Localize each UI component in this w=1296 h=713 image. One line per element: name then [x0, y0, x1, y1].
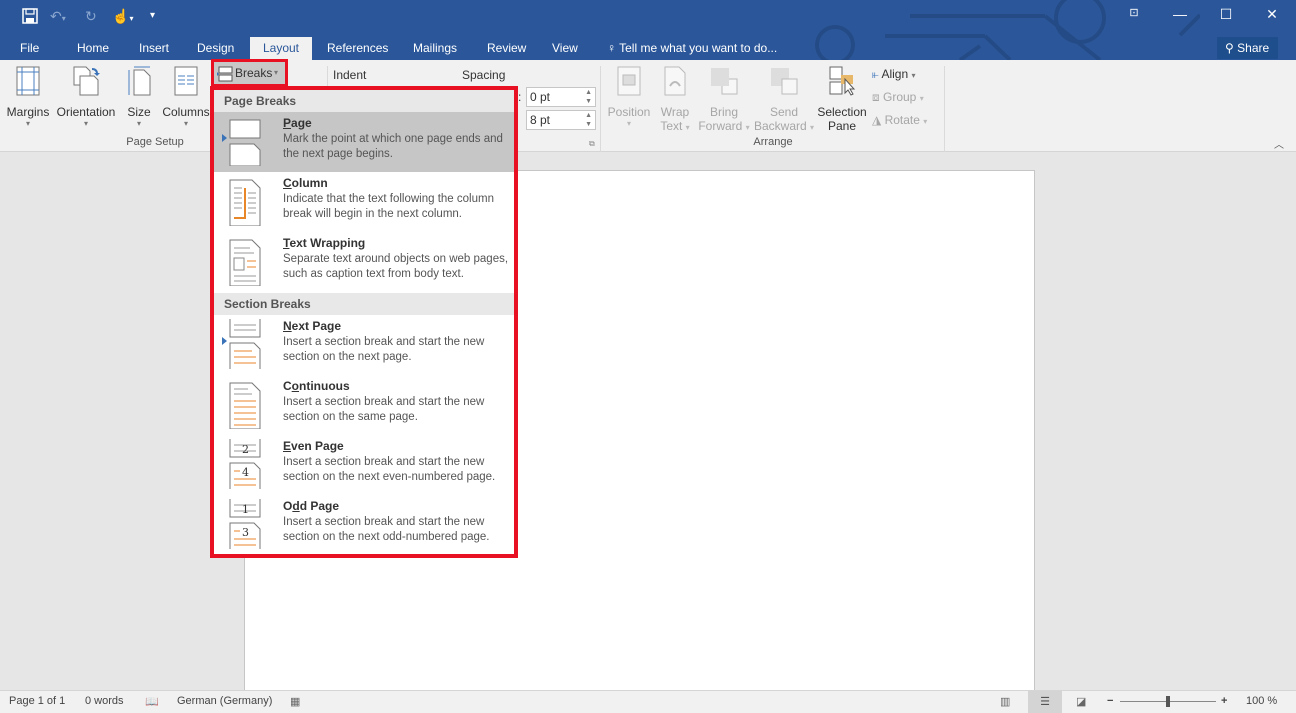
- menu-item-even-page[interactable]: 24 Even Page Insert a section break and …: [214, 435, 514, 495]
- tell-me-box[interactable]: ♀ Tell me what you want to do...: [607, 36, 777, 60]
- tell-me-text: Tell me what you want to do...: [619, 41, 778, 55]
- web-layout-icon[interactable]: ◪: [1076, 695, 1086, 708]
- separator: [327, 66, 328, 88]
- breaks-menu: Page Breaks Page Mark the point at which…: [210, 86, 518, 558]
- save-icon[interactable]: [22, 8, 38, 27]
- menu-item-column-break[interactable]: Column Indicate that the text following …: [214, 172, 514, 232]
- maximize-button[interactable]: ☐: [1214, 6, 1238, 23]
- svg-text:2: 2: [242, 443, 249, 456]
- touch-mode-icon[interactable]: ☝▾: [112, 8, 133, 25]
- svg-text:3: 3: [242, 526, 249, 539]
- page-setup-group-label: Page Setup: [126, 136, 184, 148]
- print-layout-icon[interactable]: ☰: [1028, 691, 1062, 713]
- size-icon: [128, 66, 151, 96]
- lightbulb-icon: ♀: [607, 41, 616, 55]
- ribbon-display-options-icon[interactable]: ⊡: [1122, 6, 1146, 19]
- redo-icon[interactable]: ↻: [85, 8, 97, 25]
- spacing-before-input[interactable]: 0 pt ▲ ▼: [526, 87, 596, 107]
- wrap-text-icon: [664, 66, 686, 96]
- send-backward-icon: [771, 68, 798, 95]
- breaks-button[interactable]: Breaks ▾: [211, 59, 288, 87]
- collapse-ribbon-icon[interactable]: ︿: [1274, 136, 1284, 151]
- continuous-break-icon: [229, 382, 261, 429]
- menu-item-odd-page[interactable]: 13 Odd Page Insert a section break and s…: [214, 495, 514, 555]
- undo-icon[interactable]: ↶▾: [50, 8, 66, 25]
- rotate-icon: ◮: [872, 113, 882, 127]
- bring-forward-icon: [711, 68, 738, 95]
- tab-mailings[interactable]: Mailings: [413, 36, 457, 60]
- selection-pane-button[interactable]: Selection Pane: [816, 66, 868, 133]
- zoom-slider-thumb[interactable]: [1166, 696, 1170, 707]
- spacing-after-input[interactable]: 8 pt ▲ ▼: [526, 110, 596, 130]
- share-button[interactable]: ⚲ Share: [1217, 37, 1278, 59]
- rotate-button[interactable]: ◮ Rotate ▾: [872, 113, 927, 127]
- align-button[interactable]: ⫦ Align ▾: [872, 67, 916, 82]
- spin-arrows-icon[interactable]: ▲ ▼: [585, 88, 592, 106]
- macro-recording-icon[interactable]: ▦: [290, 695, 300, 708]
- tab-references[interactable]: References: [327, 36, 388, 60]
- position-button[interactable]: Position ▾: [606, 66, 652, 128]
- zoom-level[interactable]: 100 %: [1246, 695, 1277, 707]
- language[interactable]: German (Germany): [177, 695, 272, 707]
- separator: [600, 66, 601, 152]
- breaks-icon: [217, 66, 233, 82]
- person-icon: ⚲: [1225, 41, 1234, 55]
- status-bar: Page 1 of 1 0 words 📖 German (Germany) ▦…: [0, 690, 1296, 713]
- bring-forward-button[interactable]: Bring Forward ▾: [697, 66, 751, 133]
- spacing-label: Spacing: [462, 68, 506, 82]
- margins-icon: [16, 66, 40, 96]
- page-breaks-header: Page Breaks: [214, 90, 514, 112]
- tab-home[interactable]: Home: [77, 36, 109, 60]
- svg-text:1: 1: [242, 503, 249, 516]
- column-break-icon: [229, 179, 261, 226]
- tab-layout[interactable]: Layout: [250, 37, 312, 60]
- zoom-out-button[interactable]: −: [1107, 695, 1113, 707]
- indent-label: Indent: [333, 68, 367, 82]
- menu-item-continuous[interactable]: Continuous Insert a section break and st…: [214, 375, 514, 435]
- section-breaks-header: Section Breaks: [214, 293, 514, 315]
- proofing-icon[interactable]: 📖: [145, 695, 159, 708]
- position-icon: [617, 66, 641, 96]
- selection-pane-icon: [829, 66, 856, 96]
- size-button[interactable]: Size ▾: [124, 66, 154, 128]
- even-page-break-icon: 24: [229, 439, 261, 489]
- read-mode-icon[interactable]: ▥: [1000, 695, 1010, 708]
- spacing-before-colon: :: [518, 90, 522, 104]
- tab-file[interactable]: File: [20, 36, 39, 60]
- columns-icon: [174, 66, 198, 96]
- paragraph-dialog-launcher-icon[interactable]: ⧉: [589, 139, 595, 149]
- menu-item-page-break[interactable]: Page Mark the point at which one page en…: [214, 112, 514, 172]
- word-count[interactable]: 0 words: [85, 695, 124, 707]
- text-wrapping-break-icon: [229, 239, 261, 286]
- svg-text:4: 4: [242, 466, 249, 479]
- tab-review[interactable]: Review: [487, 36, 526, 60]
- customize-qat-icon[interactable]: ▾: [150, 10, 155, 21]
- page-break-icon: [229, 119, 261, 166]
- spin-arrows-icon[interactable]: ▲ ▼: [585, 111, 592, 129]
- margins-button[interactable]: Margins ▾: [6, 66, 50, 128]
- title-bar: [0, 0, 1296, 36]
- menu-item-next-page[interactable]: Next Page Insert a section break and sta…: [214, 315, 514, 375]
- align-icon: ⫦: [872, 67, 879, 81]
- group-button[interactable]: ⧈ Group ▾: [872, 90, 924, 105]
- tab-view[interactable]: View: [552, 36, 578, 60]
- menu-item-text-wrapping-break[interactable]: Text Wrapping Separate text around objec…: [214, 232, 514, 292]
- close-button[interactable]: ✕: [1260, 6, 1284, 23]
- minimize-button[interactable]: —: [1168, 6, 1192, 22]
- orientation-button[interactable]: Orientation ▾: [55, 66, 117, 128]
- ribbon: Margins ▾ Orientation ▾ Size ▾ Columns ▾…: [0, 60, 1296, 152]
- group-icon: ⧈: [872, 90, 880, 104]
- next-page-break-icon: [229, 319, 261, 369]
- orientation-icon: [73, 66, 100, 96]
- page-count[interactable]: Page 1 of 1: [9, 695, 65, 707]
- columns-button[interactable]: Columns ▾: [161, 66, 211, 128]
- arrange-group-label: Arrange: [753, 136, 793, 148]
- wrap-text-button[interactable]: Wrap Text ▾: [657, 66, 693, 133]
- tab-design[interactable]: Design: [197, 36, 234, 60]
- send-backward-button[interactable]: Send Backward ▾: [752, 66, 816, 133]
- separator: [944, 66, 945, 152]
- tab-insert[interactable]: Insert: [139, 36, 169, 60]
- odd-page-break-icon: 13: [229, 499, 261, 549]
- zoom-in-button[interactable]: +: [1221, 695, 1227, 707]
